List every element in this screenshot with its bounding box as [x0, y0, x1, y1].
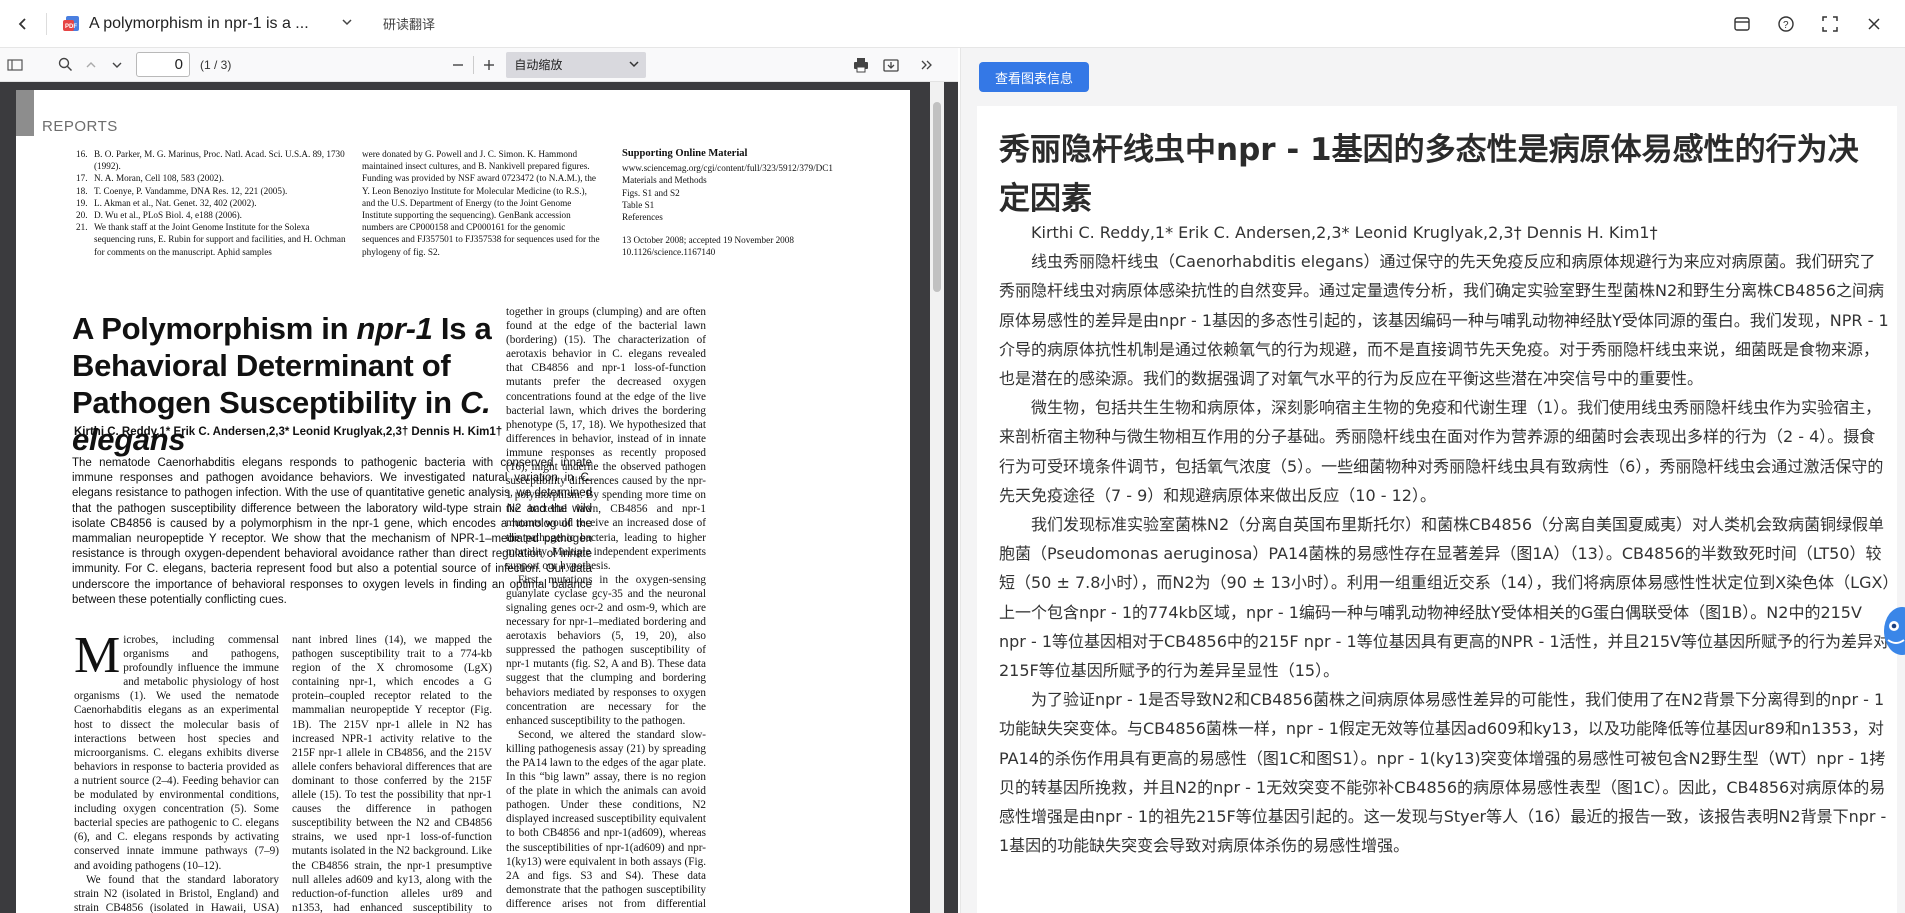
body-column-3: together in groups (clumping) and are of… — [506, 306, 706, 913]
app-window: PDF A polymorphism in npr-1 is a ... 研读翻… — [0, 0, 1905, 913]
body-column-2: nant inbred lines (14), we mapped the pa… — [292, 634, 492, 913]
page-number-input[interactable] — [136, 52, 190, 77]
pdf-file-icon: PDF — [61, 14, 81, 34]
translated-paragraph: 我们发现标准实验室菌株N2（分离自英国布里斯托尔）和菌株CB4856（分离自美国… — [999, 515, 1891, 681]
zoom-select[interactable]: 自动缩放 — [506, 51, 647, 78]
pdf-viewer[interactable]: REPORTS 16. B. O. Parker, M. G. Marinus, … — [0, 82, 958, 913]
section-marker — [16, 90, 34, 136]
som-line: Table S1 — [622, 199, 655, 210]
reference-item: 21. We thank staff at the Joint Genome In… — [76, 222, 346, 257]
previous-page-icon[interactable] — [80, 54, 102, 76]
svg-text:?: ? — [1783, 20, 1789, 31]
translation-card[interactable]: 秀丽隐杆线虫中npr - 1基因的多态性是病原体易感性的行为决定因素 Kirth… — [977, 106, 1897, 913]
som-line: Figs. S1 and S2 — [622, 187, 680, 198]
more-tools-icon[interactable] — [916, 54, 938, 76]
next-page-icon[interactable] — [106, 54, 128, 76]
pdf-toolbar: (1 / 3) 自动缩放 — [0, 48, 958, 82]
section-header: REPORTS — [42, 118, 118, 135]
fullscreen-icon[interactable] — [1819, 13, 1841, 35]
sidebar-toggle-icon[interactable] — [4, 54, 26, 76]
som-line: Materials and Methods — [622, 175, 707, 186]
body-column-1: Microbes, including commensal organisms … — [74, 627, 279, 913]
reference-item: 20. D. Wu et al., PLoS Biol. 4, e188 (200… — [76, 210, 242, 221]
layout-icon[interactable] — [1731, 13, 1753, 35]
drop-cap: M — [74, 627, 121, 684]
back-arrow-icon[interactable] — [14, 15, 32, 33]
document-title: A polymorphism in npr-1 is a ... — [89, 14, 309, 32]
mode-label[interactable]: 研读翻译 — [383, 14, 435, 33]
som-line: References — [622, 212, 663, 223]
top-bar: PDF A polymorphism in npr-1 is a ... 研读翻… — [0, 0, 1905, 48]
zoom-value: 自动缩放 — [514, 58, 563, 72]
view-chart-info-button[interactable]: 查看图表信息 — [979, 62, 1089, 92]
chevron-down-icon — [628, 58, 640, 73]
help-icon[interactable]: ? — [1775, 13, 1797, 35]
reference-item: 18. T. Coenye, P. Vandamme, DNA Res. 12, … — [76, 185, 288, 196]
assistant-mascot-icon[interactable] — [1880, 598, 1905, 664]
reference-list: 16. B. O. Parker, M. G. Marinus, Proc. Na… — [76, 148, 346, 258]
zoom-out-icon[interactable] — [447, 54, 469, 76]
acknowledgements: were donated by G. Powell and J. C. Simo… — [362, 149, 600, 257]
divider — [46, 12, 47, 35]
reference-item: 17. N. A. Moran, Cell 108, 583 (2002). — [76, 173, 224, 184]
som-line: www.sciencemag.org/cgi/content/full/323/… — [622, 163, 834, 174]
translated-paragraph: 为了验证npr - 1是否导致N2和CB4856菌株之间病原体易感性差异的可能性… — [999, 690, 1887, 856]
reference-item: 19. L. Akman et al., Nat. Genet. 32, 402 … — [76, 197, 257, 208]
translated-body: Kirthi C. Reddy,1* Erik C. Andersen,2,3*… — [999, 218, 1891, 860]
download-icon[interactable] — [880, 54, 902, 76]
som-dates: 13 October 2008; accepted 19 November 20… — [622, 235, 794, 258]
scrollbar-thumb[interactable] — [933, 102, 941, 292]
supporting-online-material: Supporting Online Material www.sciencema… — [622, 148, 882, 259]
chevron-down-icon[interactable] — [341, 15, 353, 33]
translated-paragraph: 微生物，包括共生生物和病原体，深刻影响宿主生物的免疫和代谢生理（1）。我们使用线… — [999, 398, 1884, 505]
close-icon[interactable] — [1863, 13, 1885, 35]
som-heading: Supporting Online Material — [622, 148, 748, 159]
translated-title: 秀丽隐杆线虫中npr - 1基因的多态性是病原体易感性的行为决定因素 — [999, 132, 1859, 217]
svg-text:PDF: PDF — [65, 24, 77, 30]
top-right-actions: ? — [1731, 13, 1885, 35]
zoom-in-icon[interactable] — [478, 54, 500, 76]
translation-pane: 查看图表信息 秀丽隐杆线虫中npr - 1基因的多态性是病原体易感性的行为决定因… — [960, 48, 1905, 913]
translated-paragraph: Kirthi C. Reddy,1* Erik C. Andersen,2,3*… — [1031, 223, 1658, 242]
reference-item: 16. B. O. Parker, M. G. Marinus, Proc. Na… — [76, 149, 345, 172]
search-icon[interactable] — [54, 54, 76, 76]
divider — [473, 55, 475, 74]
pdf-page: REPORTS 16. B. O. Parker, M. G. Marinus, … — [16, 90, 910, 913]
page-count: (1 / 3) — [200, 57, 232, 72]
document-tab[interactable]: PDF A polymorphism in npr-1 is a ... — [61, 14, 353, 34]
pdf-scrollbar[interactable] — [930, 82, 944, 913]
translated-paragraph: 线虫秀丽隐杆线虫（Caenorhabditis elegans）通过保守的先天免… — [999, 252, 1889, 389]
print-icon[interactable] — [850, 54, 872, 76]
